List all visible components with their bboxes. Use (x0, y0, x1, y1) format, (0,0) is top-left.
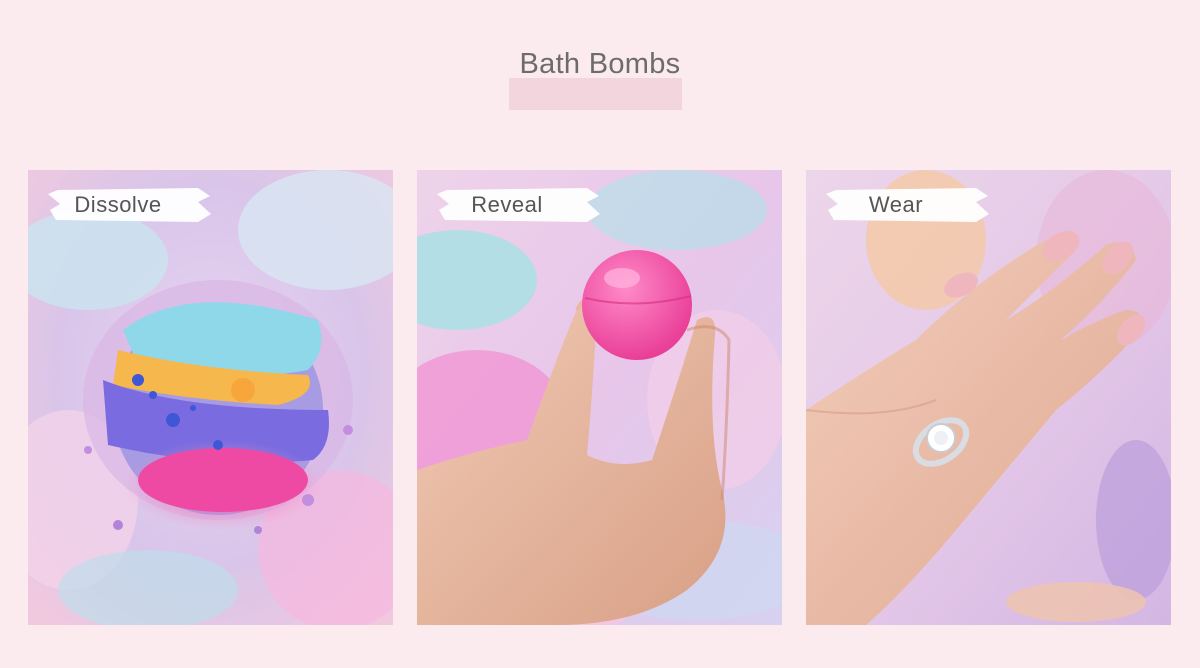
bath-bomb-dissolve-image (28, 170, 393, 625)
hand-holding-ball-image (417, 170, 782, 625)
hand-with-ring-image (806, 170, 1171, 625)
card-label: Reveal (471, 192, 543, 217)
label-tag: Wear (826, 184, 989, 224)
card-dissolve[interactable]: Dissolve (28, 170, 393, 625)
card-label: Dissolve (74, 192, 162, 217)
section-title: Bath Bombs (519, 48, 681, 80)
section-header: Bath Bombs (0, 48, 1200, 81)
label-tag: Dissolve (48, 184, 211, 224)
label-tag: Reveal (437, 184, 600, 224)
title-highlight (509, 78, 682, 110)
card-wear[interactable]: Wear (806, 170, 1171, 625)
card-reveal[interactable]: Reveal (417, 170, 782, 625)
card-label: Wear (868, 192, 924, 217)
